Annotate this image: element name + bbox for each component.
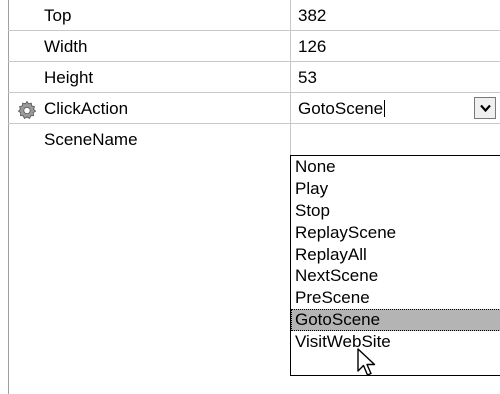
dropdown-option[interactable]: ReplayScene: [291, 222, 500, 244]
dropdown-button[interactable]: [474, 97, 496, 119]
property-name: SceneName: [44, 130, 138, 149]
click-action-dropdown-list[interactable]: None Play Stop ReplayScene ReplayAll Nex…: [290, 155, 500, 376]
column-divider: [290, 0, 291, 31]
gear-icon: [17, 100, 37, 120]
dropdown-option[interactable]: None: [291, 156, 500, 178]
property-value[interactable]: 53: [298, 68, 317, 88]
text-caret: [384, 100, 386, 117]
column-divider: [290, 124, 291, 155]
property-row-height[interactable]: Height 53: [0, 62, 500, 93]
dropdown-option[interactable]: NextScene: [291, 265, 500, 287]
dropdown-option[interactable]: PreScene: [291, 287, 500, 309]
dropdown-option-selected[interactable]: GotoScene: [291, 309, 500, 332]
property-row-clickaction[interactable]: ClickAction GotoScene: [0, 93, 500, 124]
column-divider: [290, 31, 291, 62]
property-row-width[interactable]: Width 126: [0, 31, 500, 62]
property-name: Height: [44, 68, 94, 87]
property-value[interactable]: 126: [298, 37, 326, 57]
column-divider: [290, 62, 291, 93]
property-row-top[interactable]: Top 382: [0, 0, 500, 31]
property-name: Top: [44, 6, 72, 25]
property-value[interactable]: 382: [298, 6, 326, 26]
property-name: ClickAction: [44, 99, 129, 118]
dropdown-option[interactable]: ReplayAll: [291, 244, 500, 266]
combo-text[interactable]: GotoScene: [298, 99, 383, 118]
dropdown-option[interactable]: VisitWebSite: [291, 331, 500, 353]
column-divider: [290, 93, 291, 124]
property-value-editor[interactable]: GotoScene: [298, 99, 386, 119]
property-name: Width: [44, 37, 88, 56]
chevron-down-icon: [480, 104, 491, 113]
mouse-pointer-icon: [357, 348, 381, 383]
property-row-scenename[interactable]: SceneName: [0, 124, 500, 155]
dropdown-option[interactable]: Stop: [291, 200, 500, 222]
dropdown-option[interactable]: Play: [291, 178, 500, 200]
